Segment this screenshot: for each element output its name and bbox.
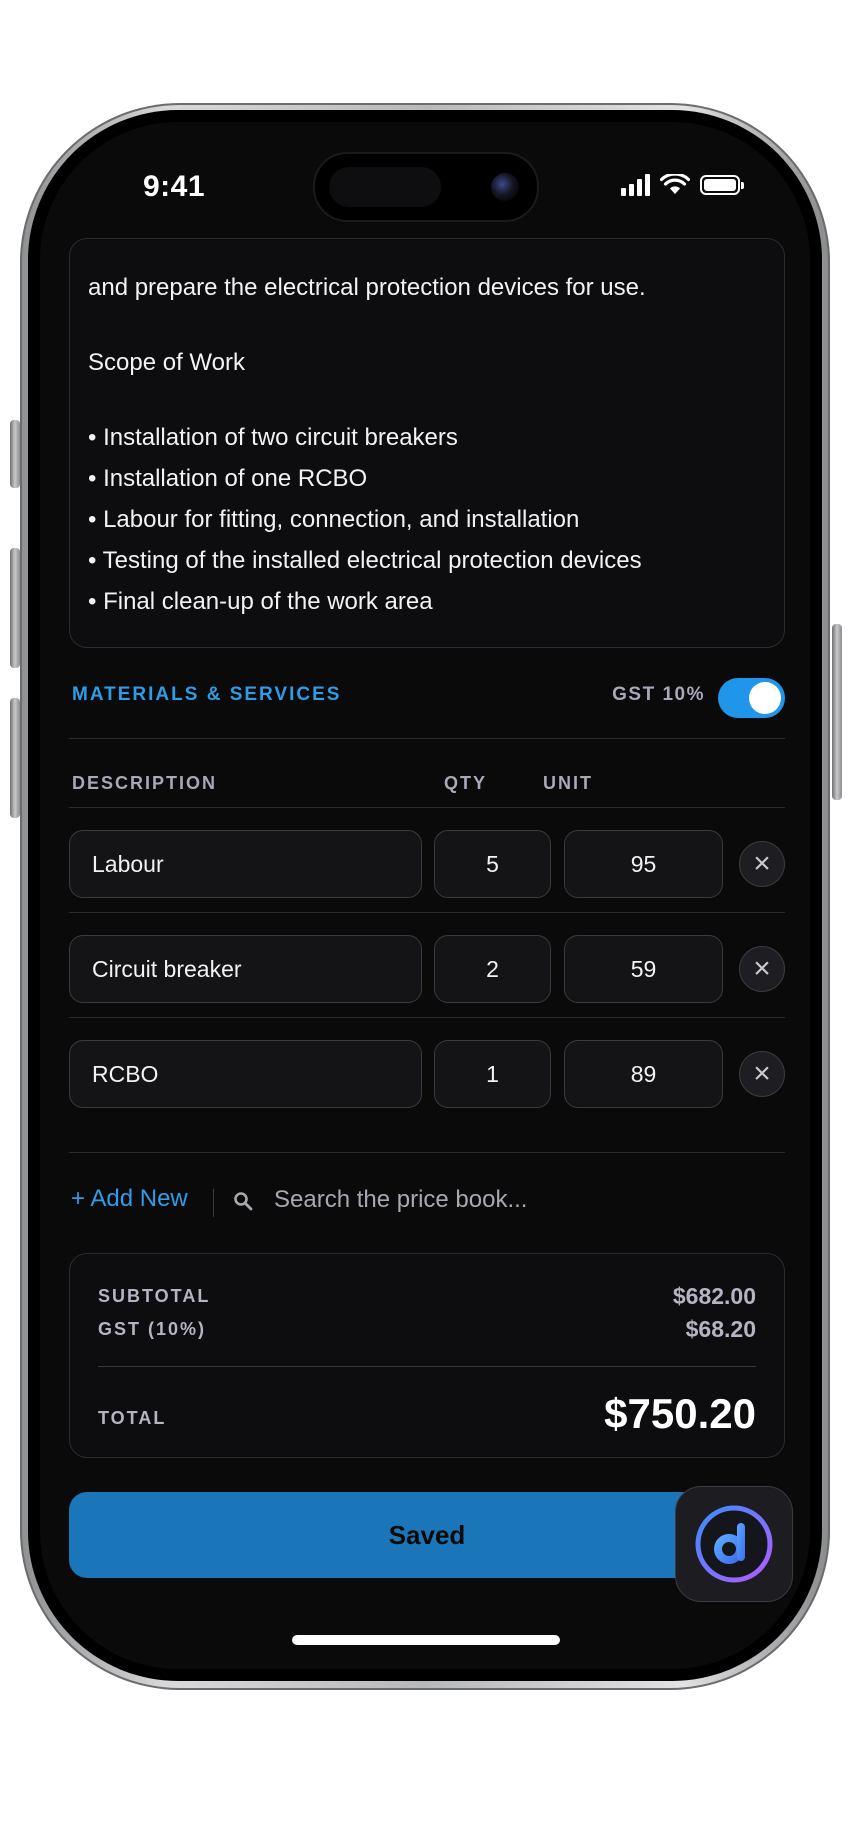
gst-label: GST (10%): [98, 1319, 207, 1339]
line-item-row: Circuit breaker 2 59 ×: [69, 913, 785, 1018]
phone-screen: 9:41 and prepare the electrical protecti…: [40, 122, 810, 1669]
item-qty-input[interactable]: 5: [434, 830, 551, 898]
item-description-input[interactable]: RCBO: [69, 1040, 422, 1108]
cellular-signal-icon: [621, 174, 650, 196]
wifi-icon: [660, 174, 690, 194]
item-unit-price-input[interactable]: 95: [564, 830, 723, 898]
section-title: MATERIALS & SERVICES: [72, 684, 342, 705]
materials-header: MATERIALS & SERVICES GST 10%: [69, 648, 785, 739]
toggle-knob: [749, 682, 781, 714]
total-label: TOTAL: [98, 1408, 167, 1428]
total-value: $750.20: [604, 1390, 756, 1437]
search-icon: [234, 1192, 253, 1211]
item-unit-price-input[interactable]: 59: [564, 935, 723, 1003]
gst-value: $68.20: [685, 1316, 756, 1342]
totals-card: SUBTOTAL $682.00 GST (10%) $68.20 TOTAL …: [69, 1253, 785, 1458]
island-sensor: [329, 167, 441, 207]
column-description: DESCRIPTION: [72, 773, 218, 793]
description-intro: and prepare the electrical protection de…: [88, 274, 646, 301]
assistant-button[interactable]: [675, 1486, 793, 1602]
item-qty-input[interactable]: 1: [434, 1040, 551, 1108]
status-time: 9:41: [143, 170, 206, 203]
close-icon: ×: [753, 1057, 771, 1090]
battery-icon: [700, 175, 744, 195]
app-logo-icon: [695, 1505, 773, 1583]
remove-item-button[interactable]: ×: [739, 841, 785, 887]
home-indicator: [292, 1635, 560, 1645]
close-icon: ×: [753, 952, 771, 985]
remove-item-button[interactable]: ×: [739, 946, 785, 992]
job-description-card[interactable]: and prepare the electrical protection de…: [69, 238, 785, 648]
add-item-row: + Add New Search the price book...: [69, 1153, 785, 1253]
item-unit-price-input[interactable]: 89: [564, 1040, 723, 1108]
price-book-search-input[interactable]: Search the price book...: [274, 1186, 527, 1214]
subtotal-label: SUBTOTAL: [98, 1286, 211, 1306]
vertical-separator: [213, 1189, 214, 1217]
scope-bullet: • Installation of one RCBO: [88, 465, 368, 492]
volume-down-button: [10, 698, 20, 818]
action-button: [10, 420, 20, 488]
dynamic-island: [313, 152, 539, 222]
gst-toggle-label: GST 10%: [612, 684, 705, 705]
remove-item-button[interactable]: ×: [739, 1051, 785, 1097]
close-icon: ×: [753, 847, 771, 880]
item-qty-input[interactable]: 2: [434, 935, 551, 1003]
subtotal-value: $682.00: [672, 1283, 756, 1309]
scope-bullet: • Testing of the installed electrical pr…: [88, 547, 642, 574]
scope-bullet: • Labour for fitting, connection, and in…: [88, 506, 580, 533]
add-new-button[interactable]: + Add New: [71, 1185, 188, 1213]
item-description-input[interactable]: Circuit breaker: [69, 935, 422, 1003]
status-icons: [621, 174, 744, 196]
line-items-header: DESCRIPTION QTY UNIT: [69, 739, 785, 808]
scope-bullet: • Final clean-up of the work area: [88, 588, 433, 615]
quote-content: and prepare the electrical protection de…: [69, 238, 785, 1458]
scope-heading: Scope of Work: [88, 349, 245, 376]
gst-toggle[interactable]: [718, 678, 785, 718]
column-qty: QTY: [444, 773, 488, 793]
item-description-input[interactable]: Labour: [69, 830, 422, 898]
column-unit: UNIT: [543, 773, 593, 793]
totals-divider: [98, 1366, 756, 1367]
line-item-row: RCBO 1 89 ×: [69, 1018, 785, 1122]
scope-bullet: • Installation of two circuit breakers: [88, 424, 458, 451]
volume-up-button: [10, 548, 20, 668]
line-item-row: Labour 5 95 ×: [69, 808, 785, 913]
power-button: [832, 624, 842, 800]
front-camera: [491, 173, 519, 201]
